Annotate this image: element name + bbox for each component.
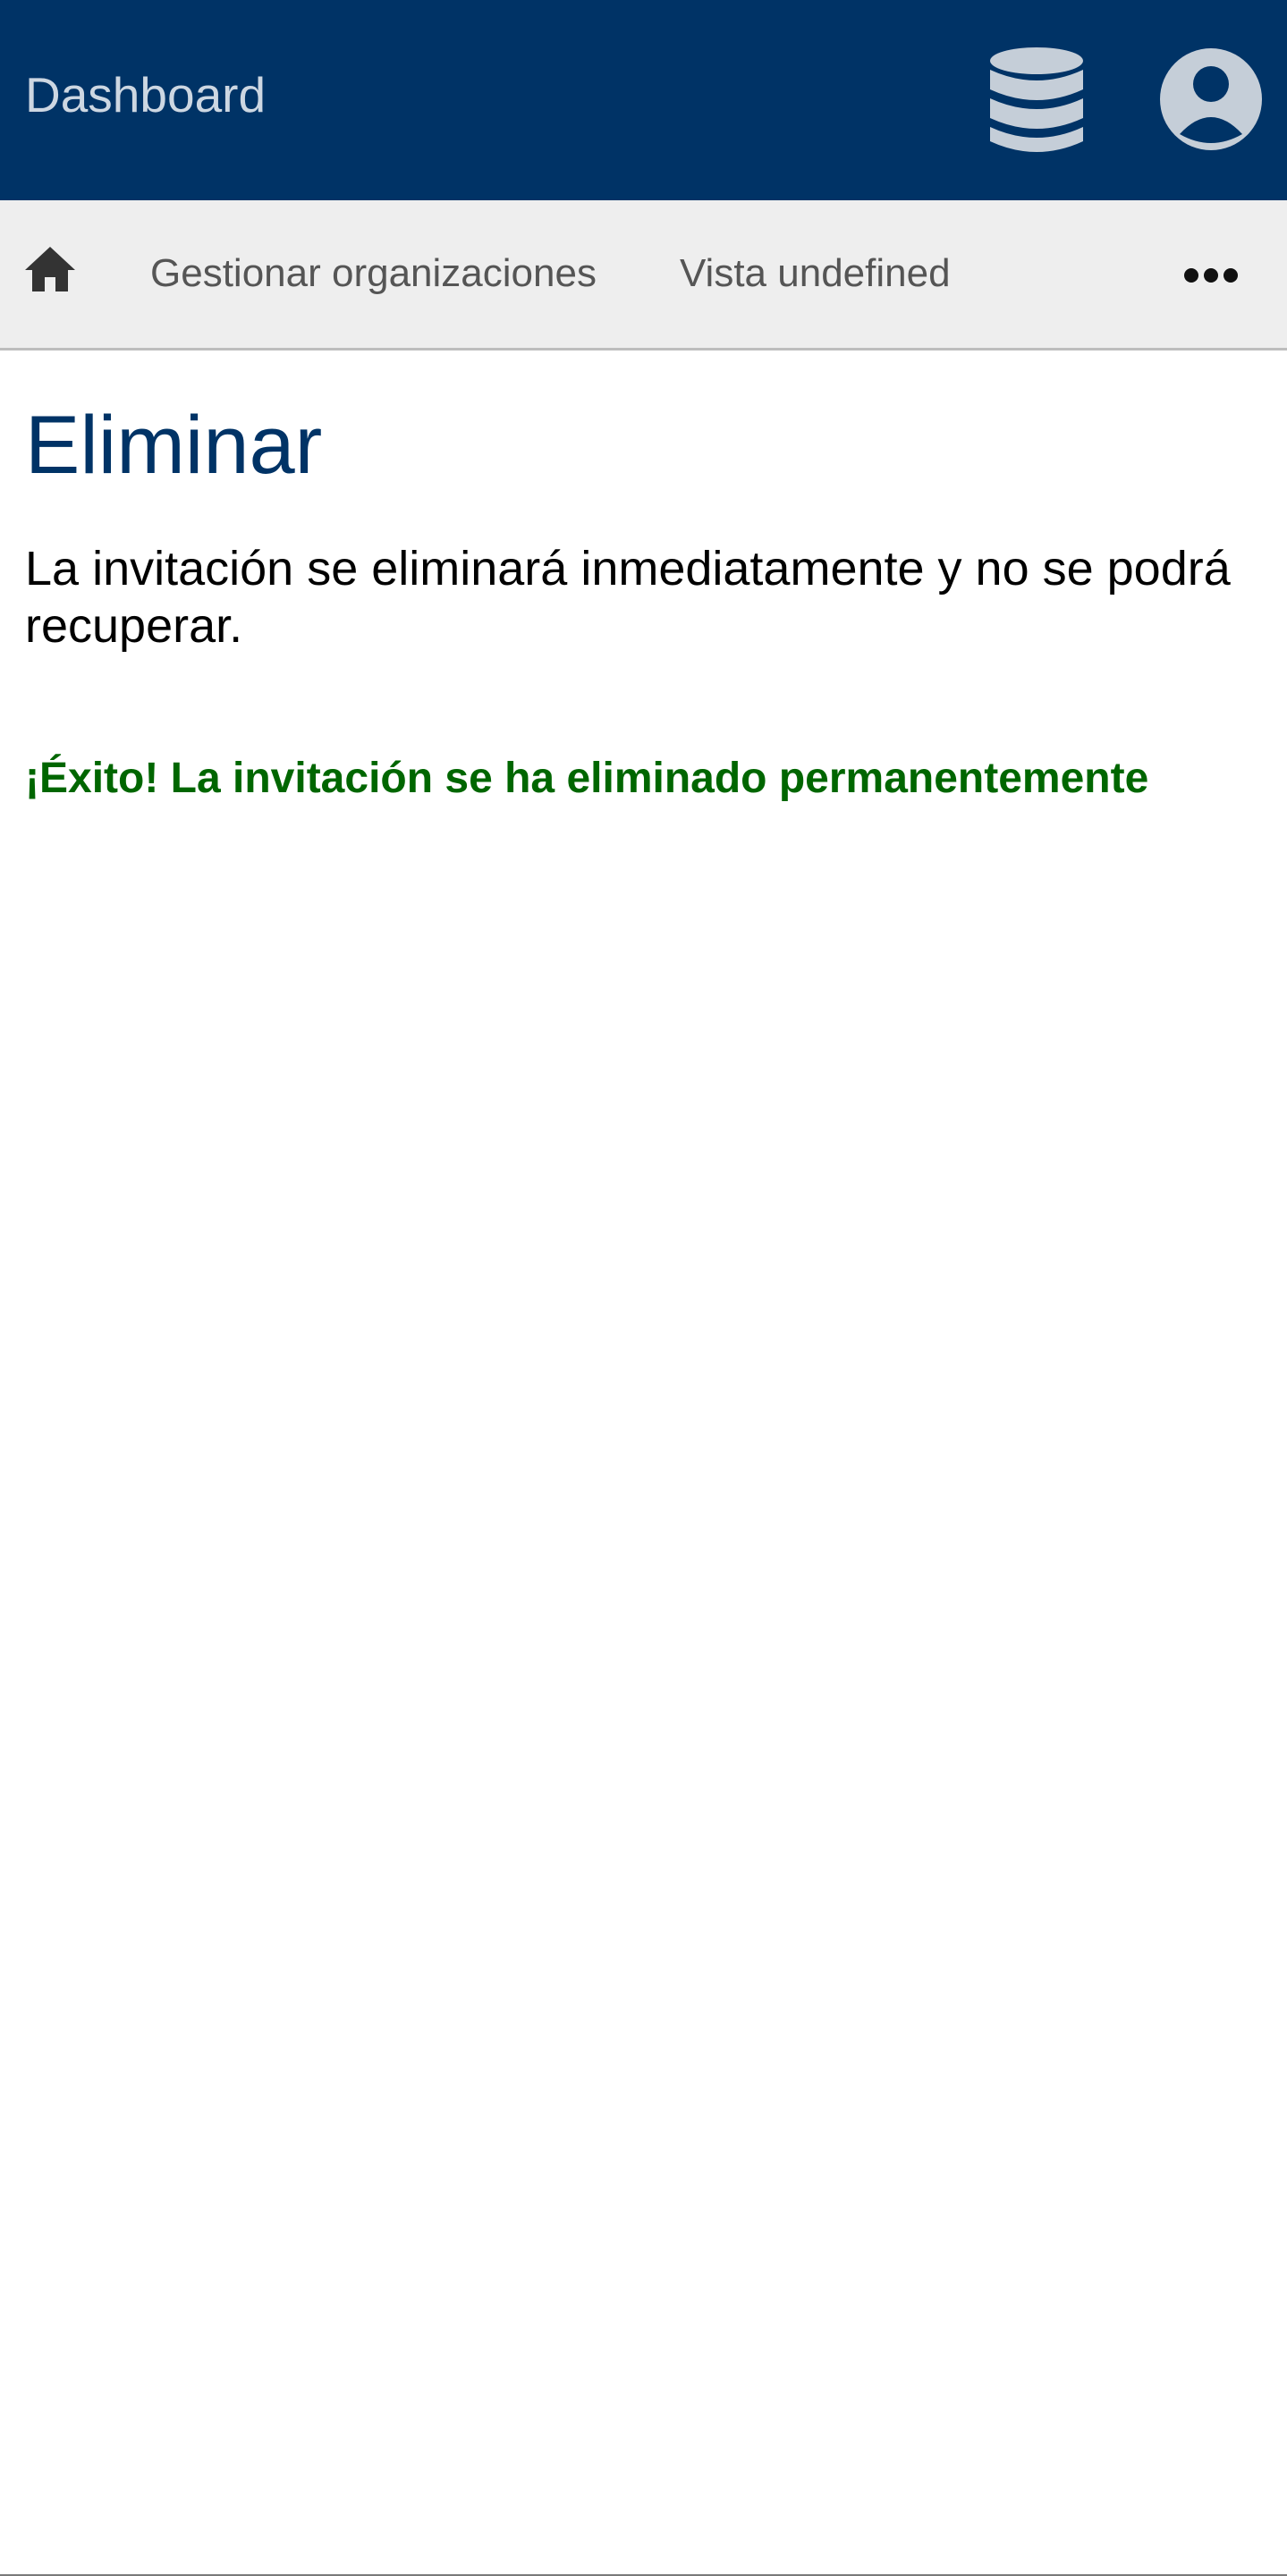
more-horizontal-icon xyxy=(1184,268,1238,283)
dashboard-link[interactable]: Dashboard xyxy=(25,64,266,125)
success-message: ¡Éxito! La invitación se ha eliminado pe… xyxy=(25,755,1149,802)
page-title: Eliminar xyxy=(25,400,323,491)
top-app-bar: Dashboard xyxy=(0,0,1287,200)
nav-view-undefined[interactable]: Vista undefined xyxy=(680,250,951,297)
nav-manage-organizations[interactable]: Gestionar organizaciones xyxy=(150,250,597,297)
database-icon xyxy=(990,47,1083,152)
delete-description: La invitación se eliminará inmediatament… xyxy=(25,542,1231,653)
database-button[interactable] xyxy=(984,45,1089,157)
page: Dashboard Gestionar organizaciones Vista… xyxy=(0,0,1287,2576)
home-button[interactable] xyxy=(23,245,77,293)
user-account-button[interactable] xyxy=(1158,46,1264,152)
home-icon xyxy=(25,247,75,291)
more-options-button[interactable] xyxy=(1182,265,1240,286)
navigation-bar: Gestionar organizaciones Vista undefined xyxy=(0,200,1287,351)
user-circle-icon xyxy=(1160,48,1262,150)
